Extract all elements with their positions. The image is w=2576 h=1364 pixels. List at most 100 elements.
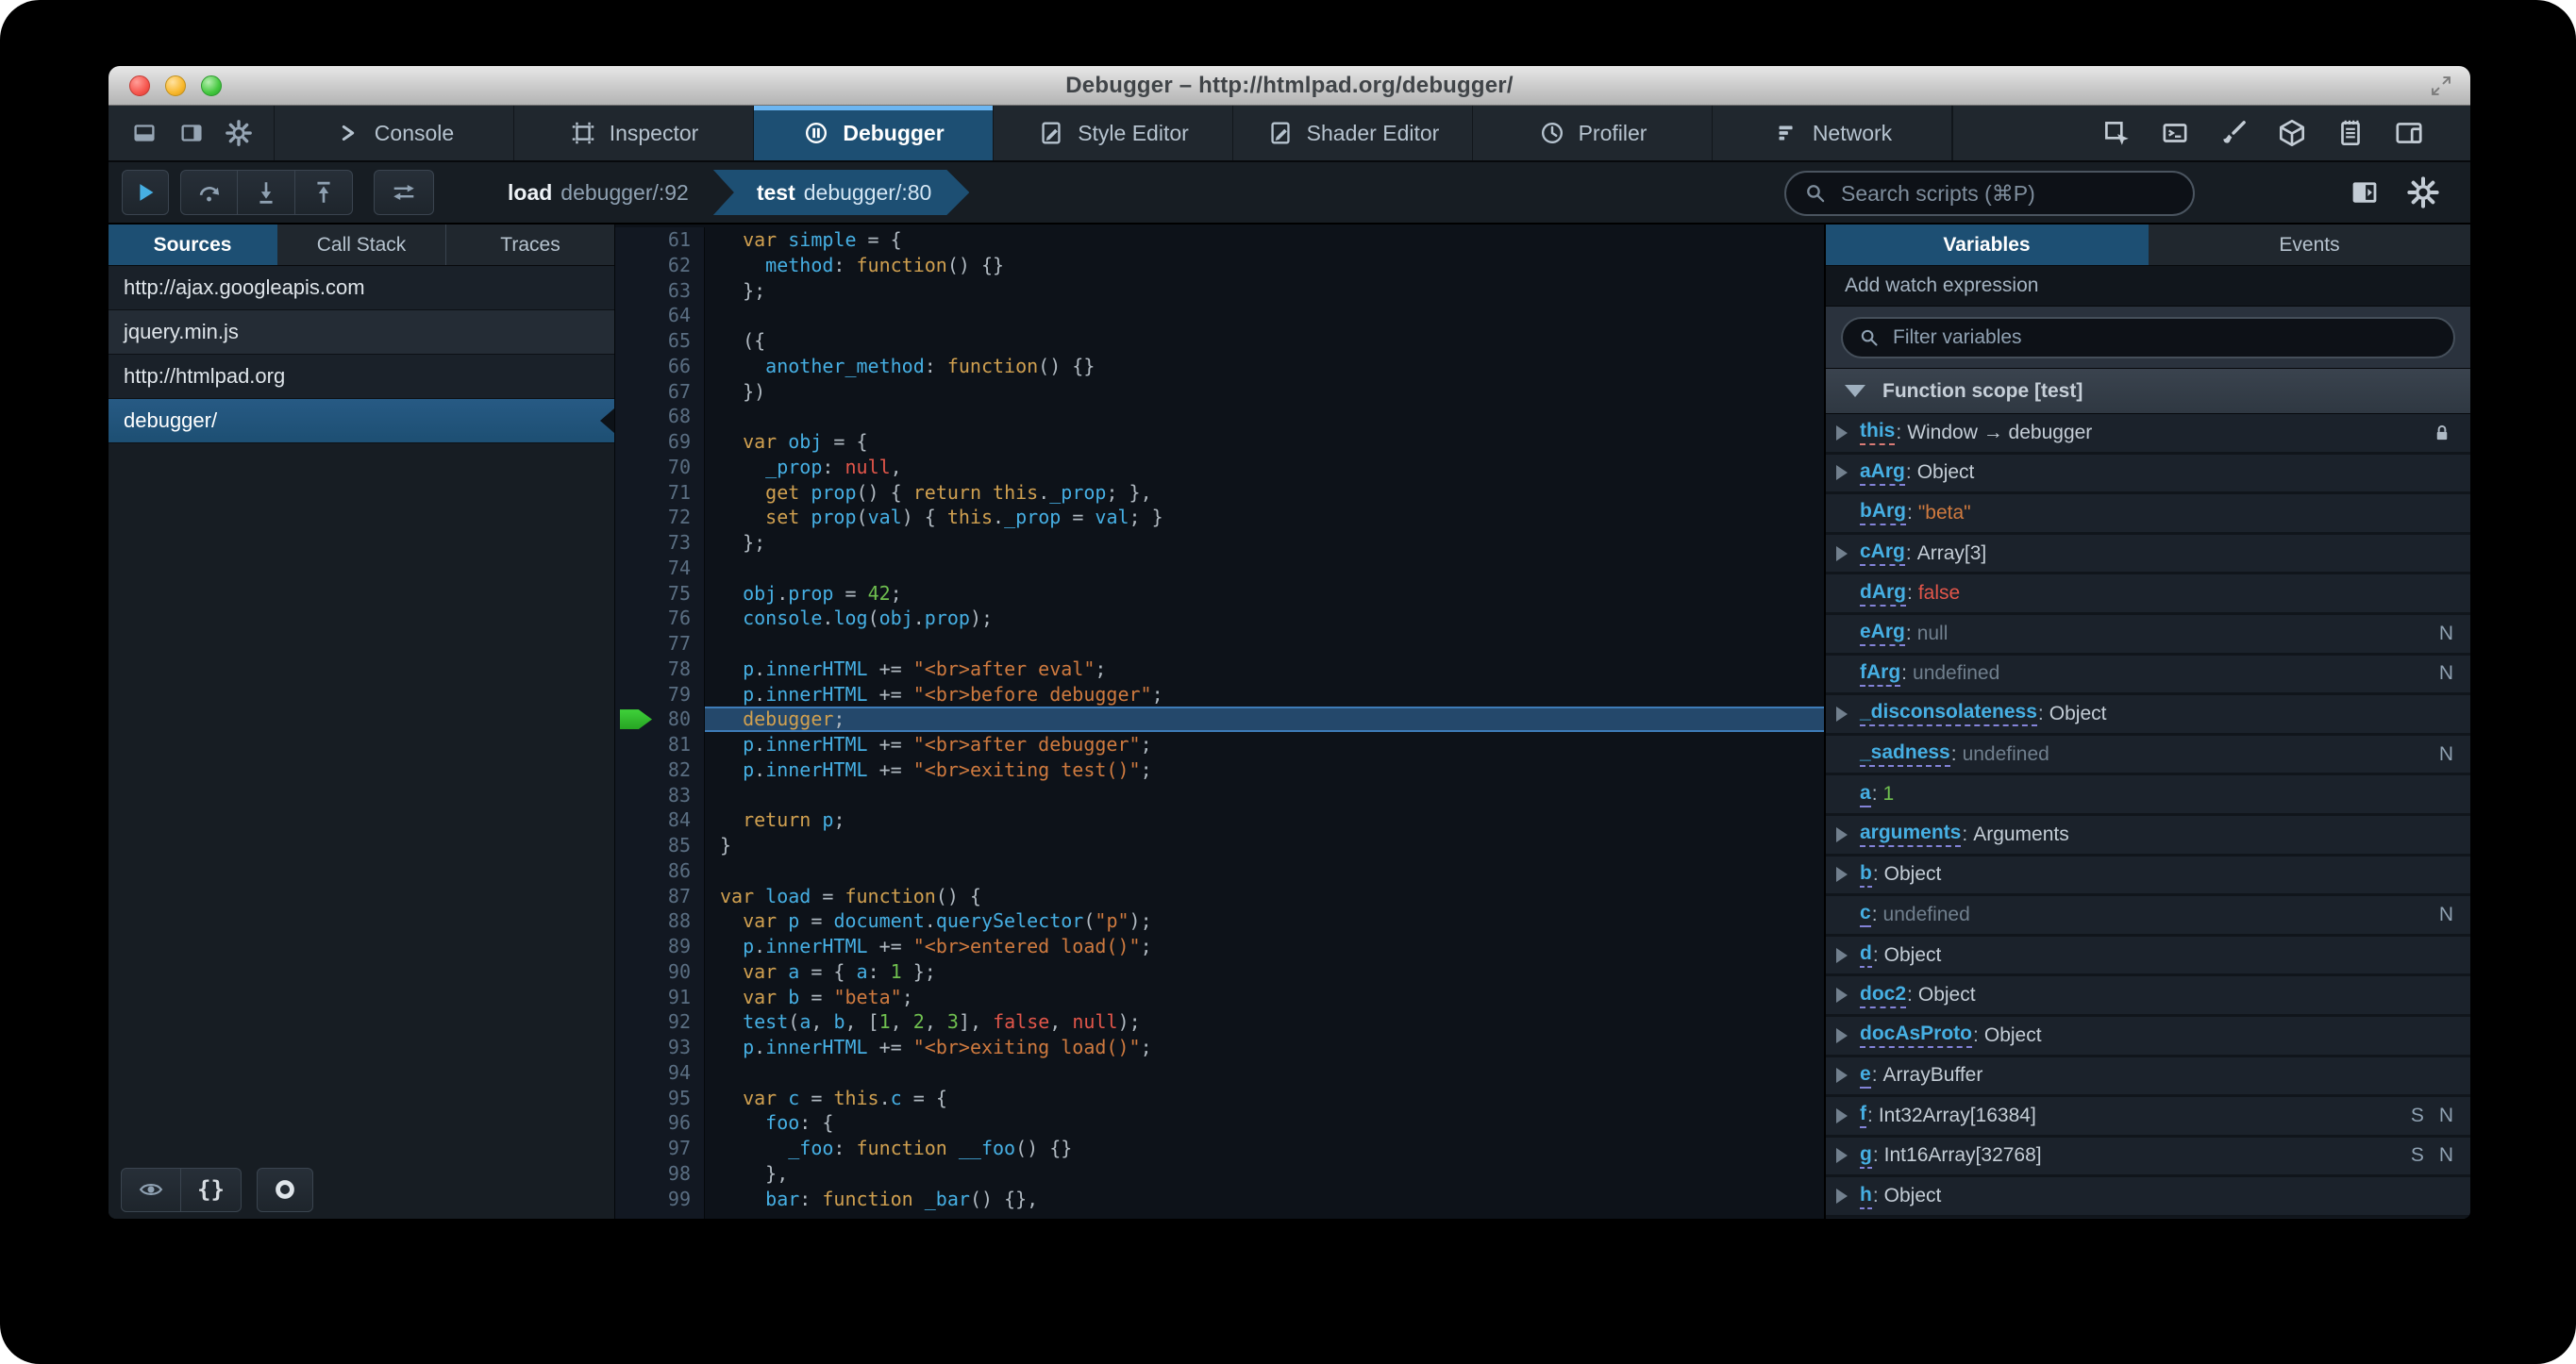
expand-triangle-icon[interactable] (1836, 465, 1848, 481)
gutter-line-92[interactable]: 92 (615, 1009, 704, 1035)
step-over-button[interactable] (180, 170, 238, 215)
step-in-button[interactable] (238, 170, 295, 215)
tab-shader-editor[interactable]: Shader Editor (1233, 106, 1473, 160)
gutter-line-78[interactable]: 78 (615, 657, 704, 682)
sources-tab-traces[interactable]: Traces (446, 225, 614, 265)
debugger-settings-button[interactable] (2406, 175, 2440, 209)
split-console-button[interactable] (2157, 115, 2193, 151)
variable-row[interactable]: c: undefined N (1826, 896, 2470, 937)
pretty-print-button[interactable]: {} (181, 1167, 242, 1212)
blackbox-source-button[interactable] (121, 1167, 181, 1212)
expand-triangle-icon[interactable] (1836, 867, 1848, 883)
gutter-line-64[interactable]: 64 (615, 303, 704, 328)
variable-row[interactable]: this: Window → debugger (1826, 414, 2470, 455)
variable-row[interactable]: e: ArrayBuffer (1826, 1056, 2470, 1098)
tracer-button[interactable] (374, 170, 434, 215)
gutter-line-87[interactable]: 87 (615, 884, 704, 909)
expand-triangle-icon[interactable] (1836, 1107, 1848, 1123)
source-editor[interactable]: 61 62 63 64 65 66 67 68 69 70 71 72 73 74 75 76 77 78 79 80… (615, 225, 1824, 1219)
scope-header[interactable]: Function scope [test] (1826, 369, 2470, 414)
toggle-breakpoints-button[interactable] (257, 1167, 313, 1212)
expand-triangle-icon[interactable] (1836, 1068, 1848, 1084)
zoom-button[interactable] (201, 75, 222, 96)
gutter-line-63[interactable]: 63 (615, 278, 704, 304)
gutter-line-71[interactable]: 71 (615, 480, 704, 506)
expand-triangle-icon[interactable] (1836, 424, 1848, 441)
source-item[interactable]: http://htmlpad.org (109, 355, 614, 399)
minimize-button[interactable] (165, 75, 186, 96)
variable-row[interactable]: h: Object (1826, 1177, 2470, 1218)
tab-debugger[interactable]: Debugger (754, 106, 994, 160)
gutter-line-96[interactable]: 96 (615, 1110, 704, 1136)
variable-row[interactable]: eArg: null N (1826, 614, 2470, 656)
pick-element-button[interactable] (2099, 115, 2134, 151)
variable-row[interactable]: a:1 (1826, 775, 2470, 816)
variable-row[interactable]: g: Int16Array[32768] S N (1826, 1137, 2470, 1178)
gutter-line-65[interactable]: 65 (615, 328, 704, 354)
close-button[interactable] (129, 75, 150, 96)
gutter-line-94[interactable]: 94 (615, 1060, 704, 1086)
gutter-line-95[interactable]: 95 (615, 1086, 704, 1111)
step-out-button[interactable] (295, 170, 353, 215)
expand-triangle-icon[interactable] (1836, 947, 1848, 963)
gutter-line-86[interactable]: 86 (615, 858, 704, 884)
gutter-line-79[interactable]: 79 (615, 682, 704, 707)
tab-style-editor[interactable]: Style Editor (994, 106, 1233, 160)
gutter-line-80[interactable]: 80 (615, 707, 704, 732)
gutter-line-73[interactable]: 73 (615, 530, 704, 556)
resume-button[interactable] (122, 170, 169, 215)
variables-tab-events[interactable]: Events (2149, 225, 2470, 265)
gutter-line-83[interactable]: 83 (615, 783, 704, 808)
variable-row[interactable]: bArg: "beta" (1826, 494, 2470, 535)
variable-row[interactable]: aArg: Object (1826, 454, 2470, 495)
dock-side-button[interactable] (175, 116, 209, 150)
variable-row[interactable]: docAsProto: Object (1826, 1016, 2470, 1057)
gutter-line-72[interactable]: 72 (615, 505, 704, 530)
tab-network[interactable]: Network (1713, 106, 1952, 160)
gutter-line-90[interactable]: 90 (615, 959, 704, 985)
panel-toggle-button[interactable] (2348, 175, 2382, 209)
responsive-mode-button[interactable] (2391, 115, 2427, 151)
variable-row[interactable]: b: Object (1826, 856, 2470, 897)
variable-row[interactable]: doc2: Object (1826, 976, 2470, 1017)
gutter-line-85[interactable]: 85 (615, 833, 704, 858)
expand-triangle-icon[interactable] (1836, 706, 1848, 722)
tab-profiler[interactable]: Profiler (1473, 106, 1713, 160)
source-item[interactable]: debugger/ (109, 399, 614, 443)
variable-row[interactable]: _disconsolateness: Object (1826, 695, 2470, 736)
gutter-line-89[interactable]: 89 (615, 934, 704, 959)
variable-row[interactable]: cArg: Array[3] (1826, 534, 2470, 575)
gutter-line-99[interactable]: 99 (615, 1187, 704, 1212)
gutter-line-91[interactable]: 91 (615, 985, 704, 1010)
breadcrumb-frame-1[interactable]: test debugger/:80 (713, 170, 969, 215)
resize-icon[interactable] (2429, 74, 2453, 98)
sources-tab-sources[interactable]: Sources (109, 225, 277, 265)
source-item[interactable]: jquery.min.js (109, 310, 614, 355)
variable-row[interactable]: dArg: false (1826, 574, 2470, 615)
expand-triangle-icon[interactable] (1836, 1148, 1848, 1164)
toolbox-settings-button[interactable] (222, 116, 256, 150)
window-titlebar[interactable]: Debugger – http://htmlpad.org/debugger/ (109, 66, 2470, 106)
gutter-line-81[interactable]: 81 (615, 732, 704, 757)
gutter-line-82[interactable]: 82 (615, 757, 704, 783)
sources-tab-call-stack[interactable]: Call Stack (277, 225, 446, 265)
gutter-line-61[interactable]: 61 (615, 227, 704, 253)
variables-tab-variables[interactable]: Variables (1826, 225, 2149, 265)
expand-triangle-icon[interactable] (1836, 1027, 1848, 1043)
gutter-line-62[interactable]: 62 (615, 253, 704, 278)
expand-triangle-icon[interactable] (1836, 545, 1848, 561)
tab-console[interactable]: Console (275, 106, 514, 160)
expand-triangle-icon[interactable] (1836, 826, 1848, 842)
search-scripts-input[interactable] (1839, 179, 2176, 208)
gutter-line-66[interactable]: 66 (615, 354, 704, 379)
variable-row[interactable]: f: Int32Array[16384] S N (1826, 1097, 2470, 1138)
gutter-line-76[interactable]: 76 (615, 606, 704, 631)
filter-variables-input[interactable] (1891, 324, 2438, 350)
gutter-line-69[interactable]: 69 (615, 429, 704, 455)
tilt-3d-button[interactable] (2274, 115, 2310, 151)
gutter-line-74[interactable]: 74 (615, 556, 704, 581)
gutter-line-88[interactable]: 88 (615, 908, 704, 934)
gutter-line-75[interactable]: 75 (615, 581, 704, 607)
gutter-line-93[interactable]: 93 (615, 1035, 704, 1060)
gutter-line-77[interactable]: 77 (615, 631, 704, 657)
